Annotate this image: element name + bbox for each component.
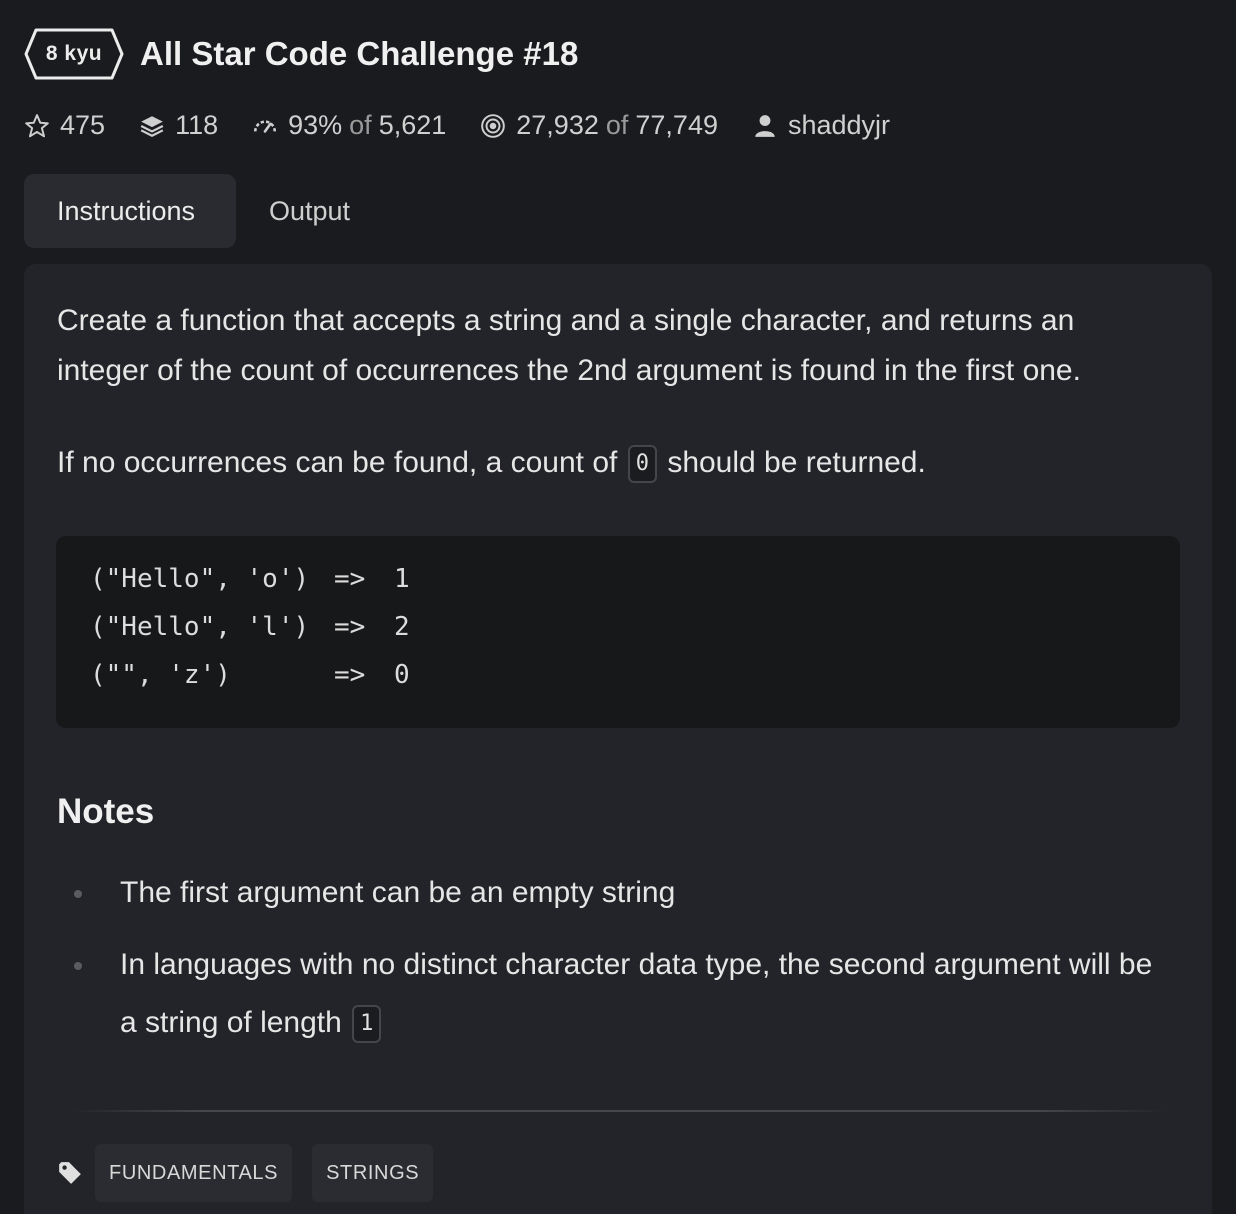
- description-paragraph: Create a function that accepts a string …: [57, 304, 1081, 387]
- tab-bar: Instructions Output: [24, 174, 383, 248]
- paragraph-text-after: should be returned.: [667, 446, 926, 479]
- example-arrow: =>: [334, 612, 366, 642]
- attempted-count: 77,749: [635, 110, 718, 140]
- example-result: 0: [394, 660, 410, 690]
- star-icon: [24, 113, 50, 139]
- example-result: 1: [394, 564, 410, 594]
- example-result: 2: [394, 612, 410, 642]
- author-name: shaddyjr: [787, 110, 891, 140]
- satisfaction-rate: 93%: [288, 110, 343, 140]
- collections-stat[interactable]: 118: [139, 110, 218, 141]
- note-text: The first argument can be an empty strin…: [120, 876, 676, 909]
- notes-heading: Notes: [57, 792, 155, 831]
- instructions-panel: Create a function that accepts a string …: [24, 264, 1212, 1214]
- examples-code-block: ("Hello", 'o') => 1 ("Hello", 'l') => 2 …: [56, 536, 1180, 728]
- inline-code-zero: 0: [627, 445, 657, 484]
- tag-list: FUNDAMENTALS STRINGS: [57, 1144, 453, 1202]
- satisfaction-votes: 5,621: [378, 110, 447, 140]
- user-icon: [752, 113, 778, 139]
- bullet-icon: [74, 962, 82, 970]
- note-text: In languages with no distinct character …: [120, 948, 1153, 1039]
- example-input: ("", 'z'): [90, 660, 231, 690]
- list-item: The first argument can be an empty strin…: [57, 864, 1177, 922]
- tag-fundamentals[interactable]: FUNDAMENTALS: [95, 1144, 293, 1202]
- example-input: ("Hello", 'l'): [90, 612, 310, 642]
- completions-stat: 27,932 of 77,749: [480, 110, 718, 141]
- stars-count: 475: [60, 110, 106, 140]
- example-arrow: =>: [334, 660, 366, 690]
- zero-result-paragraph: If no occurrences can be found, a count …: [57, 438, 926, 488]
- satisfaction-of: of: [349, 110, 372, 140]
- notes-list: The first argument can be an empty strin…: [57, 864, 1177, 1066]
- rank-badge[interactable]: 8 kyu: [24, 28, 124, 80]
- kata-stats: 475 118 93% of 5,621 27,932 of 77,749 sh…: [24, 110, 924, 141]
- layers-icon: [139, 113, 165, 139]
- target-icon: [480, 113, 506, 139]
- tag-strings[interactable]: STRINGS: [312, 1144, 434, 1202]
- author-stat[interactable]: shaddyjr: [752, 110, 890, 141]
- stars-stat[interactable]: 475: [24, 110, 105, 141]
- tab-instructions[interactable]: Instructions: [24, 174, 236, 248]
- completed-of: of: [605, 110, 629, 140]
- bullet-icon: [74, 890, 82, 898]
- example-input: ("Hello", 'o'): [90, 564, 310, 594]
- kata-title: All Star Code Challenge #18: [140, 35, 579, 72]
- tab-output[interactable]: Output: [236, 174, 383, 248]
- paragraph-text-before: If no occurrences can be found, a count …: [57, 446, 618, 479]
- satisfaction-stat: 93% of 5,621: [252, 110, 446, 141]
- example-arrow: =>: [334, 564, 366, 594]
- rank-label: 8 kyu: [45, 42, 103, 65]
- completed-count: 27,932: [516, 110, 599, 140]
- inline-code-one: 1: [352, 1005, 382, 1044]
- divider: [72, 1110, 1166, 1112]
- collections-count: 118: [175, 110, 219, 140]
- tag-icon: [57, 1160, 83, 1186]
- list-item: In languages with no distinct character …: [57, 936, 1177, 1052]
- kata-header: 8 kyu All Star Code Challenge #18: [24, 28, 578, 80]
- gauge-icon: [252, 113, 278, 139]
- kata-page: 8 kyu All Star Code Challenge #18 475 11…: [0, 0, 1236, 1214]
